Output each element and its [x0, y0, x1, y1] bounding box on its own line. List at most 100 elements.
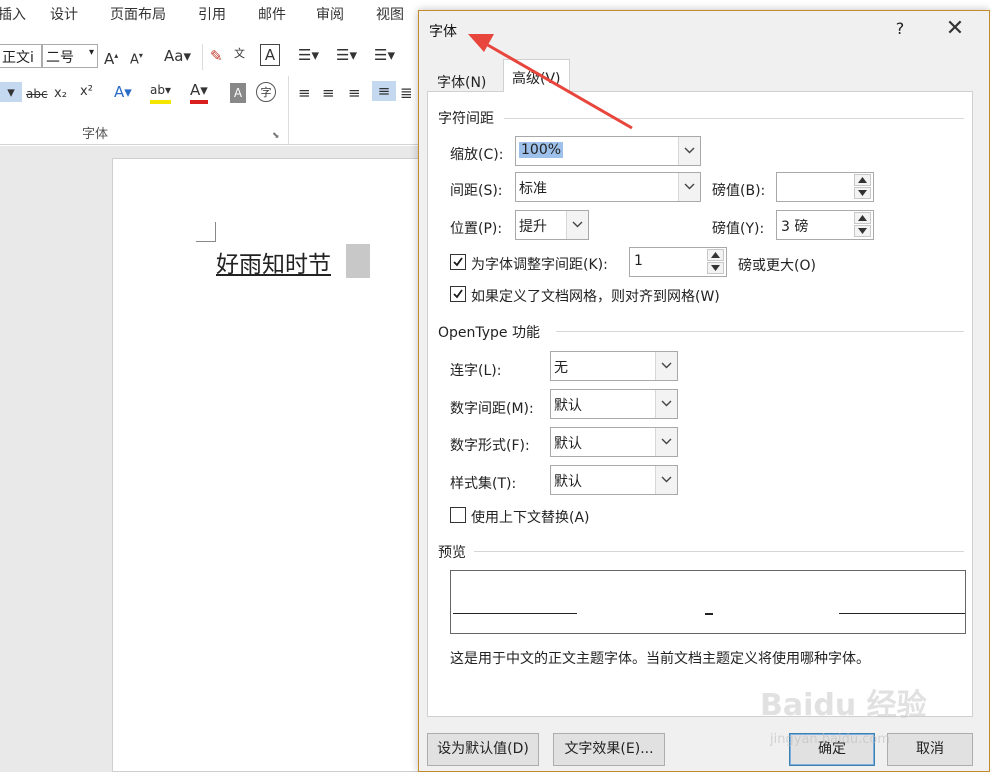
font-color-icon[interactable]: A▾	[190, 80, 208, 104]
highlight-icon[interactable]: ab▾	[150, 80, 171, 104]
ribbon-divider	[202, 44, 203, 70]
subscript-icon[interactable]: x₂	[54, 84, 67, 104]
grow-font-icon[interactable]: A▴	[104, 46, 118, 69]
position-value: 提升	[519, 219, 547, 235]
watermark-url: jingyan.baidu.com	[770, 732, 890, 747]
numbering-icon[interactable]: ☰▾	[336, 45, 357, 65]
chevron-down-icon[interactable]	[655, 352, 677, 380]
spacing-by-spinner[interactable]	[776, 172, 874, 202]
stylistic-sets-combo[interactable]: 默认	[550, 465, 678, 495]
char-shading-icon[interactable]: A	[230, 83, 246, 103]
chevron-down-icon[interactable]	[655, 390, 677, 418]
underline-dropdown-icon[interactable]: ▾	[0, 82, 22, 102]
section-divider	[556, 331, 964, 332]
kerning-spinner[interactable]: 1	[629, 247, 727, 277]
checkmark-icon	[453, 257, 463, 267]
superscript-icon[interactable]: x²	[80, 82, 93, 102]
kerning-label[interactable]: 为字体调整字间距(K):	[471, 254, 608, 274]
font-name-box[interactable]: 正文i	[0, 44, 42, 68]
align-right-icon[interactable]: ≡	[348, 83, 361, 103]
snap-to-grid-checkbox[interactable]	[450, 286, 466, 302]
distributed-icon[interactable]: ≣	[400, 83, 413, 103]
preview-underline-right	[839, 613, 965, 614]
spin-up-icon[interactable]	[854, 212, 871, 224]
ribbon-tab-references[interactable]: 引用	[198, 4, 226, 24]
spacing-combo[interactable]: 标准	[515, 172, 701, 202]
ribbon-tab-review[interactable]: 审阅	[316, 4, 344, 24]
spacing-by-label: 磅值(B):	[712, 183, 766, 199]
align-center-icon[interactable]: ≡	[322, 83, 335, 103]
chevron-down-icon[interactable]	[678, 173, 700, 201]
number-spacing-combo[interactable]: 默认	[550, 389, 678, 419]
margin-corner-mark	[196, 222, 216, 242]
ribbon-tab-insert[interactable]: 插入	[0, 4, 26, 24]
change-case-icon[interactable]: Aa▾	[164, 46, 191, 66]
contextual-alternates-label[interactable]: 使用上下文替换(A)	[471, 507, 590, 527]
font-size-box[interactable]: 二号 ▾	[42, 44, 98, 68]
cancel-button[interactable]: 取消	[887, 733, 973, 766]
preview-underline-mid	[705, 613, 713, 615]
spin-up-icon[interactable]	[854, 174, 871, 186]
ribbon-tab-mailings[interactable]: 邮件	[258, 4, 286, 24]
position-combo[interactable]: 提升	[515, 210, 589, 240]
char-border-icon[interactable]: A	[260, 44, 280, 66]
chevron-down-icon[interactable]	[678, 137, 700, 165]
set-default-button[interactable]: 设为默认值(D)	[427, 733, 539, 766]
chevron-down-icon[interactable]	[566, 211, 588, 239]
scale-value: 100%	[519, 142, 564, 158]
font-size-value: 二号	[46, 50, 74, 66]
clear-format-icon[interactable]: ✎	[210, 46, 223, 66]
ligatures-value: 无	[554, 360, 568, 376]
number-spacing-value: 默认	[554, 398, 582, 414]
shrink-font-icon[interactable]: A▾	[130, 46, 143, 70]
close-icon: ✕	[945, 16, 965, 41]
close-button[interactable]: ✕	[941, 15, 969, 43]
spacing-label: 间距(S):	[450, 183, 503, 199]
font-group-label: 字体	[82, 127, 109, 142]
align-left-icon[interactable]: ≡	[298, 83, 311, 103]
help-button[interactable]: ?	[889, 19, 911, 38]
kerning-checkbox[interactable]	[450, 254, 466, 270]
chevron-down-icon: ▾	[88, 47, 94, 58]
position-by-spinner[interactable]: 3 磅	[776, 210, 874, 240]
ribbon-tab-view[interactable]: 视图	[376, 4, 404, 24]
text-effects-icon[interactable]: A▾	[114, 82, 132, 102]
spin-down-icon[interactable]	[707, 262, 724, 274]
spin-up-icon[interactable]	[707, 249, 724, 261]
tab-advanced[interactable]: 高级(V)	[503, 59, 570, 92]
stylistic-sets-value: 默认	[554, 474, 582, 490]
position-by-label: 磅值(Y):	[712, 221, 765, 237]
preview-note: 这是用于中文的正文主题字体。当前文档主题定义将使用哪种字体。	[450, 651, 870, 667]
ribbon-tab-design[interactable]: 设计	[50, 4, 78, 24]
multilevel-list-icon[interactable]: ☰▾	[374, 45, 395, 65]
contextual-alternates-checkbox[interactable]	[450, 507, 466, 523]
ribbon-tab-bar: 插入 设计 页面布局 引用 邮件 审阅 视图	[0, 0, 420, 28]
section-divider	[504, 118, 964, 119]
number-forms-label: 数字形式(F):	[450, 438, 530, 454]
strikethrough-icon[interactable]: abc	[26, 84, 48, 104]
ligatures-label: 连字(L):	[450, 363, 502, 379]
preview-underline-left	[453, 613, 577, 614]
section-divider	[474, 551, 964, 552]
position-label: 位置(P):	[450, 221, 503, 237]
phonetic-guide-icon[interactable]: 文	[234, 44, 245, 64]
stylistic-sets-label: 样式集(T):	[450, 476, 517, 492]
number-forms-combo[interactable]: 默认	[550, 427, 678, 457]
spin-down-icon[interactable]	[854, 225, 871, 237]
ribbon-home-panel: 正文i 二号 ▾ A▴ A▾ Aa▾ ✎ 文 A ☰▾ ☰▾ ☰▾ ▾ abc …	[0, 28, 420, 145]
spin-down-icon[interactable]	[854, 187, 871, 199]
document-text[interactable]: 好雨知时节	[216, 245, 331, 279]
dialog-launcher-icon[interactable]: ⬊	[272, 126, 280, 146]
ligatures-combo[interactable]: 无	[550, 351, 678, 381]
number-forms-value: 默认	[554, 436, 582, 452]
bullets-icon[interactable]: ☰▾	[298, 45, 319, 65]
text-effects-button[interactable]: 文字效果(E)...	[553, 733, 665, 766]
scale-combo[interactable]: 100%	[515, 136, 701, 166]
advanced-panel: 字符间距 缩放(C): 100% 间距(S): 标准 磅值(B): 位置(P):…	[427, 91, 973, 717]
chevron-down-icon[interactable]	[655, 428, 677, 456]
snap-to-grid-label[interactable]: 如果定义了文档网格，则对齐到网格(W)	[471, 286, 720, 306]
chevron-down-icon[interactable]	[655, 466, 677, 494]
enclose-char-icon[interactable]: 字	[256, 82, 276, 102]
ribbon-tab-layout[interactable]: 页面布局	[110, 4, 166, 24]
justify-icon[interactable]: ≡	[372, 81, 396, 101]
